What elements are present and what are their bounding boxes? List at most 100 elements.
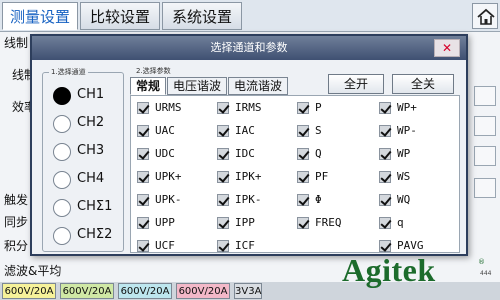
channel-option-ch3[interactable]: CH3 — [53, 141, 123, 163]
status-cell: 600V/20A — [176, 283, 230, 299]
radio-button[interactable] — [53, 87, 71, 105]
tab-compare-settings[interactable]: 比较设置 — [80, 2, 160, 30]
channel-option-ch1[interactable]: CH1 — [53, 85, 123, 107]
checkbox[interactable] — [379, 102, 391, 114]
param-wp-plus[interactable]: WP+ — [379, 101, 459, 116]
checkbox[interactable] — [217, 217, 229, 229]
param-ipk-minus[interactable]: IPK- — [217, 193, 297, 208]
param-upk-minus[interactable]: UPK- — [137, 193, 217, 208]
checkbox[interactable] — [137, 125, 149, 137]
param-phi[interactable]: Φ — [297, 193, 377, 208]
side-button-2[interactable] — [474, 116, 496, 136]
close-button[interactable]: ✕ — [434, 39, 460, 57]
filter-average-label: 滤波&平均 — [4, 264, 62, 278]
tab-voltage-harmonics[interactable]: 电压谐波 — [167, 77, 227, 95]
checkbox[interactable] — [217, 102, 229, 114]
param-upp[interactable]: UPP — [137, 216, 217, 231]
param-wp-minus[interactable]: WP- — [379, 124, 459, 139]
checkbox[interactable] — [297, 171, 309, 183]
checkbox[interactable] — [137, 217, 149, 229]
channel-label: CH4 — [77, 171, 105, 186]
channel-group: 1.选择通道 CH1 CH2 CH3 CH4 CHΣ1 CHΣ2 — [42, 67, 124, 252]
channel-label: CH1 — [77, 87, 105, 102]
param-list: URMS IRMS P WP+ UAC IAC S WP- UDC IDC Q … — [130, 95, 460, 253]
side-button-3[interactable] — [474, 146, 496, 166]
side-button-1[interactable] — [474, 86, 496, 106]
param-urms[interactable]: URMS — [137, 101, 217, 116]
checkbox[interactable] — [297, 148, 309, 160]
radio-button[interactable] — [53, 227, 71, 245]
radio-button[interactable] — [53, 199, 71, 217]
radio-button[interactable] — [53, 115, 71, 133]
checkbox[interactable] — [137, 194, 149, 206]
side-button-4[interactable] — [474, 178, 496, 198]
checkbox[interactable] — [137, 102, 149, 114]
checkbox[interactable] — [217, 171, 229, 183]
checkbox[interactable] — [379, 148, 391, 160]
param-iac[interactable]: IAC — [217, 124, 297, 139]
registered-mark: ® — [478, 258, 485, 266]
checkbox[interactable] — [217, 148, 229, 160]
radio-button[interactable] — [53, 171, 71, 189]
checkbox[interactable] — [217, 194, 229, 206]
param-s[interactable]: S — [297, 124, 377, 139]
checkbox[interactable] — [297, 125, 309, 137]
channel-option-ch2[interactable]: CH2 — [53, 113, 123, 135]
channel-option-chs2[interactable]: CHΣ2 — [53, 225, 123, 247]
checkbox[interactable] — [379, 125, 391, 137]
checkbox[interactable] — [297, 217, 309, 229]
channel-label: CHΣ2 — [77, 227, 113, 242]
channel-label: CH2 — [77, 115, 105, 130]
channel-label: CHΣ1 — [77, 199, 113, 214]
agitek-logo: Agitek — [342, 252, 436, 288]
trigger-label: 触发 — [4, 193, 29, 207]
integral-label: 积分 — [4, 239, 29, 253]
tab-measure-settings[interactable]: 测量设置 — [2, 2, 78, 30]
param-wq[interactable]: WQ — [379, 193, 459, 208]
param-idc[interactable]: IDC — [217, 147, 297, 162]
param-ws[interactable]: WS — [379, 170, 459, 185]
tab-system-settings[interactable]: 系统设置 — [162, 2, 242, 30]
checkbox[interactable] — [137, 240, 149, 252]
param-uac[interactable]: UAC — [137, 124, 217, 139]
checkbox[interactable] — [217, 125, 229, 137]
checkbox[interactable] — [379, 171, 391, 183]
radio-button[interactable] — [53, 143, 71, 161]
param-irms[interactable]: IRMS — [217, 101, 297, 116]
param-udc[interactable]: UDC — [137, 147, 217, 162]
param-ipk-plus[interactable]: IPK+ — [217, 170, 297, 185]
checkbox[interactable] — [297, 102, 309, 114]
status-cell: 600V/20A — [2, 283, 56, 299]
param-ucf[interactable]: UCF — [137, 239, 217, 254]
param-icf[interactable]: ICF — [217, 239, 297, 254]
checkbox[interactable] — [137, 148, 149, 160]
status-cell: 3V3A — [234, 283, 262, 299]
param-freq[interactable]: FREQ — [297, 216, 377, 231]
channel-group-title: 1.选择通道 — [49, 67, 88, 77]
sync-label: 同步 — [4, 215, 29, 229]
param-q-lower[interactable]: q — [379, 216, 459, 231]
all-off-button[interactable]: 全关 — [392, 74, 454, 94]
param-group-title: 2.选择参数 — [134, 66, 173, 76]
checkbox[interactable] — [379, 217, 391, 229]
checkbox[interactable] — [137, 171, 149, 183]
param-p[interactable]: P — [297, 101, 377, 116]
tab-current-harmonics[interactable]: 电流谐波 — [228, 77, 288, 95]
channel-option-chs1[interactable]: CHΣ1 — [53, 197, 123, 219]
param-upk-plus[interactable]: UPK+ — [137, 170, 217, 185]
all-on-button[interactable]: 全开 — [328, 74, 384, 94]
param-ipp[interactable]: IPP — [217, 216, 297, 231]
tab-general[interactable]: 常规 — [130, 77, 166, 95]
home-icon — [477, 8, 495, 25]
param-pf[interactable]: PF — [297, 170, 377, 185]
home-button[interactable] — [472, 3, 498, 29]
checkbox[interactable] — [379, 240, 391, 252]
param-wp[interactable]: WP — [379, 147, 459, 162]
channel-option-ch4[interactable]: CH4 — [53, 169, 123, 191]
checkbox[interactable] — [217, 240, 229, 252]
dialog-title: 选择通道和参数 — [32, 36, 466, 60]
status-cell: 600V/20A — [60, 283, 114, 299]
checkbox[interactable] — [297, 194, 309, 206]
param-q[interactable]: Q — [297, 147, 377, 162]
checkbox[interactable] — [379, 194, 391, 206]
